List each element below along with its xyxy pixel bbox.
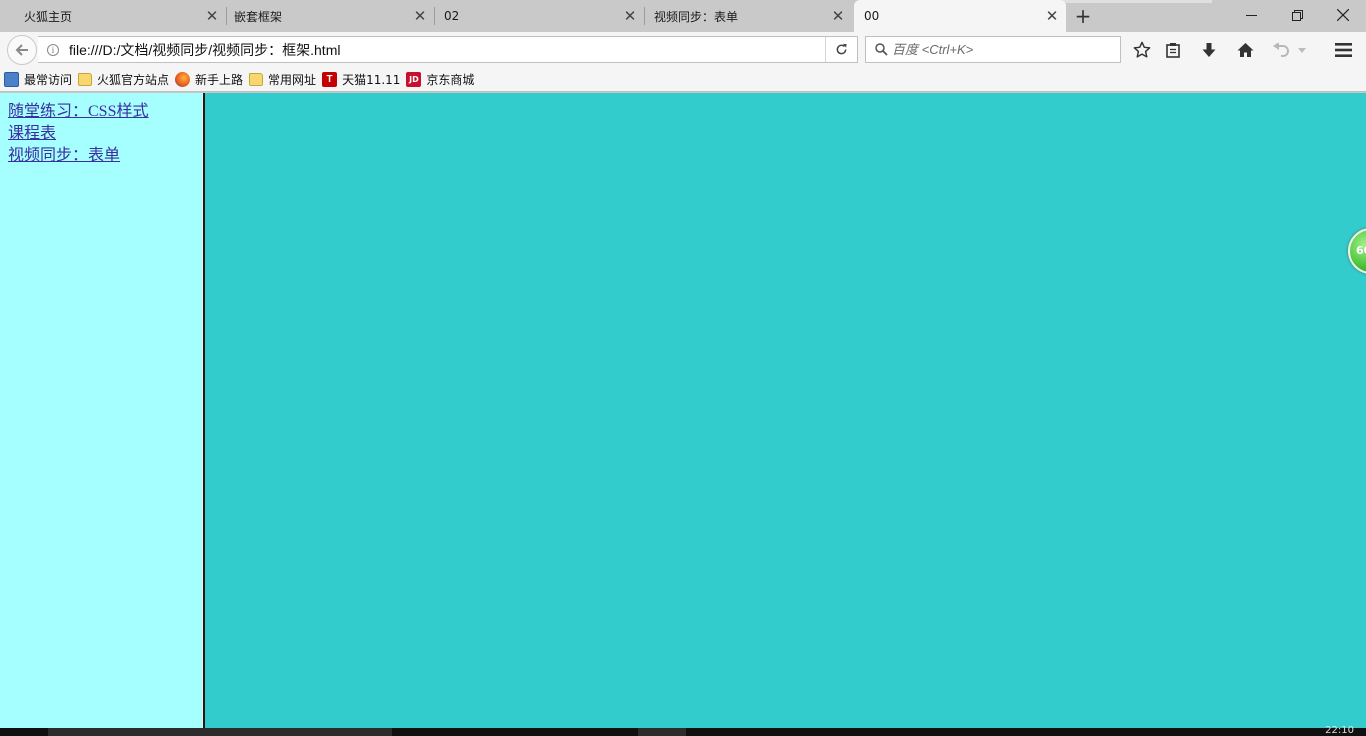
window-close-button[interactable] [1320, 0, 1366, 30]
close-icon[interactable]: ✕ [616, 0, 644, 32]
link-css-practice[interactable]: 随堂练习：CSS样式 [8, 101, 194, 123]
page-content: 随堂练习：CSS样式 课程表 视频同步：表单 [0, 93, 1366, 728]
taskbar: 22:10 [0, 725, 1366, 736]
tab-00-active[interactable]: 00 ✕ [854, 0, 1066, 32]
minimize-icon [1245, 14, 1257, 16]
reading-list-button[interactable] [1158, 36, 1188, 64]
search-input[interactable] [892, 42, 1112, 57]
tab-home[interactable]: 火狐主页 ✕ [0, 0, 226, 32]
tab-strip: 火狐主页 ✕ 嵌套框架 ✕ 02 ✕ 视频同步：表单 ✕ 00 ✕ + [0, 0, 1366, 32]
clipboard-icon [1166, 43, 1180, 58]
bookmarks-toolbar: 最常访问 火狐官方站点 新手上路 常用网址 T 天猫11.11 JD 京东商城 [0, 68, 1366, 92]
chevron-down-icon [1298, 47, 1306, 53]
close-icon[interactable]: ✕ [406, 0, 434, 32]
tab-nested-frames[interactable]: 嵌套框架 ✕ [226, 0, 434, 32]
close-icon [1337, 9, 1349, 21]
tab-title: 视频同步：表单 [654, 9, 739, 24]
reload-icon [836, 43, 847, 55]
star-icon [1133, 41, 1151, 58]
tab-title: 火狐主页 [24, 9, 73, 24]
left-frame: 随堂练习：CSS样式 课程表 视频同步：表单 [0, 93, 202, 728]
nav-toolbar: i file:///D:/文档/视频同步/视频同步：框架.html [0, 32, 1366, 68]
bookmark-getting-started[interactable]: 新手上路 [175, 71, 243, 88]
downloads-button[interactable] [1194, 36, 1224, 64]
link-course-schedule[interactable]: 课程表 [8, 123, 194, 145]
bookmark-label: 火狐官方站点 [97, 73, 170, 87]
search-bar[interactable] [865, 36, 1121, 63]
most-visited-icon [4, 72, 19, 87]
info-icon[interactable]: i [42, 43, 64, 56]
history-dropdown[interactable] [1292, 36, 1312, 64]
folder-icon [78, 73, 93, 86]
hamburger-menu-icon [1334, 43, 1352, 57]
undo-arrow-icon [1273, 43, 1289, 57]
close-icon[interactable]: ✕ [198, 0, 226, 32]
bookmark-label: 最常访问 [24, 73, 73, 87]
tab-title: 嵌套框架 [234, 9, 283, 24]
bookmark-firefox-official[interactable]: 火狐官方站点 [78, 71, 169, 88]
tab-title: 00 [864, 9, 880, 23]
reload-button[interactable] [825, 37, 857, 62]
taskbar-app[interactable] [638, 728, 686, 736]
tab-02[interactable]: 02 ✕ [434, 0, 644, 32]
bookmark-tmall[interactable]: T 天猫11.11 [322, 71, 400, 88]
restore-button[interactable] [1274, 0, 1320, 30]
link-video-form[interactable]: 视频同步：表单 [8, 145, 194, 167]
minimize-button[interactable] [1228, 0, 1274, 30]
badge-value: 60 [1356, 244, 1366, 257]
bookmark-star-button[interactable] [1127, 36, 1157, 64]
firefox-icon [175, 72, 191, 87]
download-arrow-icon [1202, 43, 1216, 57]
bookmark-label: 新手上路 [195, 73, 244, 87]
arrow-left-icon [15, 44, 28, 56]
back-button[interactable] [7, 35, 37, 65]
bookmark-label: 天猫11.11 [342, 73, 401, 87]
taskbar-search[interactable] [48, 728, 392, 736]
url-bar[interactable]: i file:///D:/文档/视频同步/视频同步：框架.html [38, 36, 858, 63]
bookmark-jd[interactable]: JD 京东商城 [406, 71, 474, 88]
restore-icon [1291, 9, 1303, 21]
close-icon[interactable]: ✕ [1038, 0, 1066, 32]
bookmark-label: 京东商城 [426, 73, 475, 87]
jd-icon: JD [406, 72, 422, 87]
tab-title: 02 [444, 9, 460, 23]
url-text[interactable]: file:///D:/文档/视频同步/视频同步：框架.html [64, 40, 825, 60]
new-tab-button[interactable]: + [1070, 0, 1096, 32]
menu-button[interactable] [1328, 36, 1358, 64]
home-icon [1237, 43, 1253, 57]
home-button[interactable] [1230, 36, 1260, 64]
tab-video-form[interactable]: 视频同步：表单 ✕ [644, 0, 852, 32]
bookmark-label: 常用网址 [268, 73, 317, 87]
close-icon[interactable]: ✕ [824, 0, 852, 32]
right-frame [205, 93, 1366, 728]
taskbar-clock: 22:10 [1325, 725, 1354, 736]
bookmark-most-visited[interactable]: 最常访问 [4, 71, 72, 88]
tmall-icon: T [322, 72, 338, 87]
bookmark-common-sites[interactable]: 常用网址 [249, 71, 316, 88]
folder-icon [249, 73, 264, 86]
search-icon [870, 43, 892, 56]
